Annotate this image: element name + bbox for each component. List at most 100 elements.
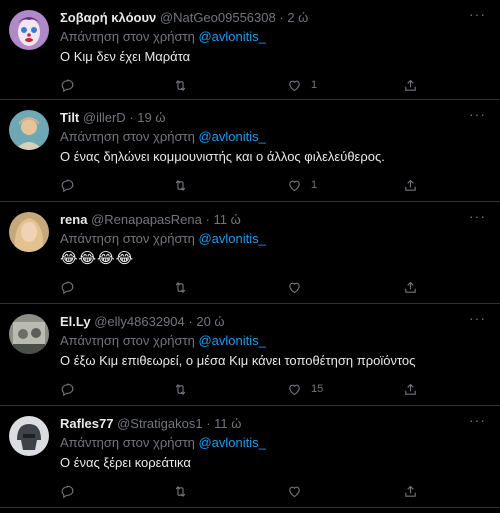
retweet-button[interactable] (173, 482, 188, 500)
user-handle[interactable]: @RenapapasRena (91, 212, 202, 227)
reply-user-link[interactable]: @avlonitis_ (198, 129, 265, 144)
tweet-text: Ο έξω Κιμ επιθεωρεί, ο μέσα Κιμ κάνει το… (60, 353, 416, 368)
user-handle[interactable]: @illerD (83, 110, 126, 125)
like-button[interactable] (287, 482, 311, 500)
more-icon[interactable]: ··· (469, 6, 486, 22)
reply-icon (61, 281, 74, 294)
reply-user-link[interactable]: @avlonitis_ (198, 333, 265, 348)
retweet-button[interactable] (173, 76, 188, 94)
more-icon[interactable]: ··· (469, 310, 486, 326)
timestamp[interactable]: 20 ώ (196, 314, 224, 329)
avatar[interactable] (9, 416, 49, 456)
tweet[interactable]: Rafles77 @Stratigakos1 · 11 ώ ··· Απάντη… (0, 406, 500, 508)
reply-button[interactable] (60, 482, 75, 500)
user-handle[interactable]: @NatGeo09556308 (160, 10, 276, 25)
user-handle[interactable]: @Stratigakos1 (117, 416, 202, 431)
reply-icon (61, 485, 74, 498)
more-icon[interactable]: ··· (469, 208, 486, 224)
like-icon (289, 180, 300, 191)
share-button[interactable] (403, 76, 418, 94)
share-icon (405, 383, 416, 395)
timestamp[interactable]: 11 ώ (214, 416, 241, 431)
like-button[interactable]: 15 (287, 380, 323, 398)
display-name[interactable]: Tilt (60, 110, 79, 125)
avatar-blonde-image (9, 212, 49, 252)
tweet-actions: 1 (60, 176, 420, 194)
tweet-text: Ο Κιμ δεν έχει Μαράτα (60, 49, 191, 64)
separator-dot: · (129, 110, 134, 125)
reply-user-link[interactable]: @avlonitis_ (198, 231, 265, 246)
reply-context: Απάντηση στον χρήστη @avlonitis_ (60, 434, 266, 451)
reply-prefix: Απάντηση στον χρήστη (60, 231, 195, 246)
timestamp[interactable]: 2 ώ (287, 10, 308, 25)
reply-context: Απάντηση στον χρήστη @avlonitis_ (60, 28, 266, 45)
separator-dot: · (279, 10, 284, 25)
reply-user-link[interactable]: @avlonitis_ (198, 29, 265, 44)
user-handle[interactable]: @elly48632904 (94, 314, 185, 329)
tweet-actions (60, 278, 420, 296)
retweet-icon (175, 179, 186, 191)
tweet[interactable]: Tilt @illerD · 19 ώ ··· Απάντηση στον χρ… (0, 100, 500, 202)
tweet-header: El.Ly @elly48632904 · 20 ώ (60, 313, 460, 330)
tweet[interactable]: Σοβαρή κλόουν @NatGeo09556308 · 2 ώ ··· … (0, 0, 500, 100)
avatar[interactable] (9, 10, 49, 50)
tweet[interactable]: El.Ly @elly48632904 · 20 ώ ··· Απάντηση … (0, 304, 500, 406)
reply-prefix: Απάντηση στον χρήστη (60, 29, 195, 44)
display-name[interactable]: El.Ly (60, 314, 91, 329)
reply-context: Απάντηση στον χρήστη @avlonitis_ (60, 332, 266, 349)
retweet-button[interactable] (173, 176, 188, 194)
like-button[interactable] (287, 278, 311, 296)
replies-feed: Σοβαρή κλόουν @NatGeo09556308 · 2 ώ ··· … (0, 0, 500, 508)
reply-icon (61, 383, 74, 396)
reply-icon (61, 179, 74, 192)
retweet-icon (175, 485, 186, 497)
tweet-header: rena @RenapapasRena · 11 ώ (60, 211, 460, 228)
reply-icon (61, 79, 74, 92)
share-icon (405, 179, 416, 191)
timestamp[interactable]: 19 ώ (137, 110, 165, 125)
timestamp[interactable]: 11 ώ (213, 212, 240, 227)
like-button[interactable]: 1 (287, 76, 317, 94)
more-icon[interactable]: ··· (469, 412, 486, 428)
share-button[interactable] (403, 482, 418, 500)
reply-prefix: Απάντηση στον χρήστη (60, 333, 195, 348)
share-icon (405, 485, 416, 497)
more-icon[interactable]: ··· (469, 106, 486, 122)
display-name[interactable]: Rafles77 (60, 416, 113, 431)
reply-prefix: Απάντηση στον χρήστη (60, 129, 195, 144)
reply-button[interactable] (60, 380, 75, 398)
tweet-actions (60, 482, 420, 500)
share-icon (405, 281, 416, 293)
reply-button[interactable] (60, 278, 75, 296)
tweet-text: Ο ένας δηλώνει κομμουνιστής και ο άλλος … (60, 149, 385, 164)
like-count: 15 (311, 383, 324, 395)
tweet-actions: 1 (60, 76, 420, 94)
tweet[interactable]: rena @RenapapasRena · 11 ώ ··· Απάντηση … (0, 202, 500, 304)
share-button[interactable] (403, 380, 418, 398)
tweet-text: 😂😂😂😂 (60, 250, 135, 267)
avatar-person-image (9, 110, 49, 150)
reply-button[interactable] (60, 176, 75, 194)
like-icon (289, 384, 300, 395)
display-name[interactable]: Σοβαρή κλόουν (60, 10, 156, 25)
reply-button[interactable] (60, 76, 75, 94)
like-icon (289, 486, 300, 497)
retweet-icon (175, 281, 186, 293)
retweet-button[interactable] (173, 278, 188, 296)
share-icon (405, 79, 416, 91)
display-name[interactable]: rena (60, 212, 87, 227)
like-button[interactable]: 1 (287, 176, 317, 194)
avatar[interactable] (9, 314, 49, 354)
reply-user-link[interactable]: @avlonitis_ (198, 435, 265, 450)
separator-dot: · (205, 212, 210, 227)
avatar[interactable] (9, 212, 49, 252)
avatar[interactable] (9, 110, 49, 150)
share-button[interactable] (403, 176, 418, 194)
like-count: 1 (311, 79, 318, 91)
separator-dot: · (188, 314, 193, 329)
share-button[interactable] (403, 278, 418, 296)
avatar-clown-image (9, 10, 49, 50)
tweet-header: Tilt @illerD · 19 ώ (60, 109, 460, 126)
reply-prefix: Απάντηση στον χρήστη (60, 435, 195, 450)
retweet-button[interactable] (173, 380, 188, 398)
